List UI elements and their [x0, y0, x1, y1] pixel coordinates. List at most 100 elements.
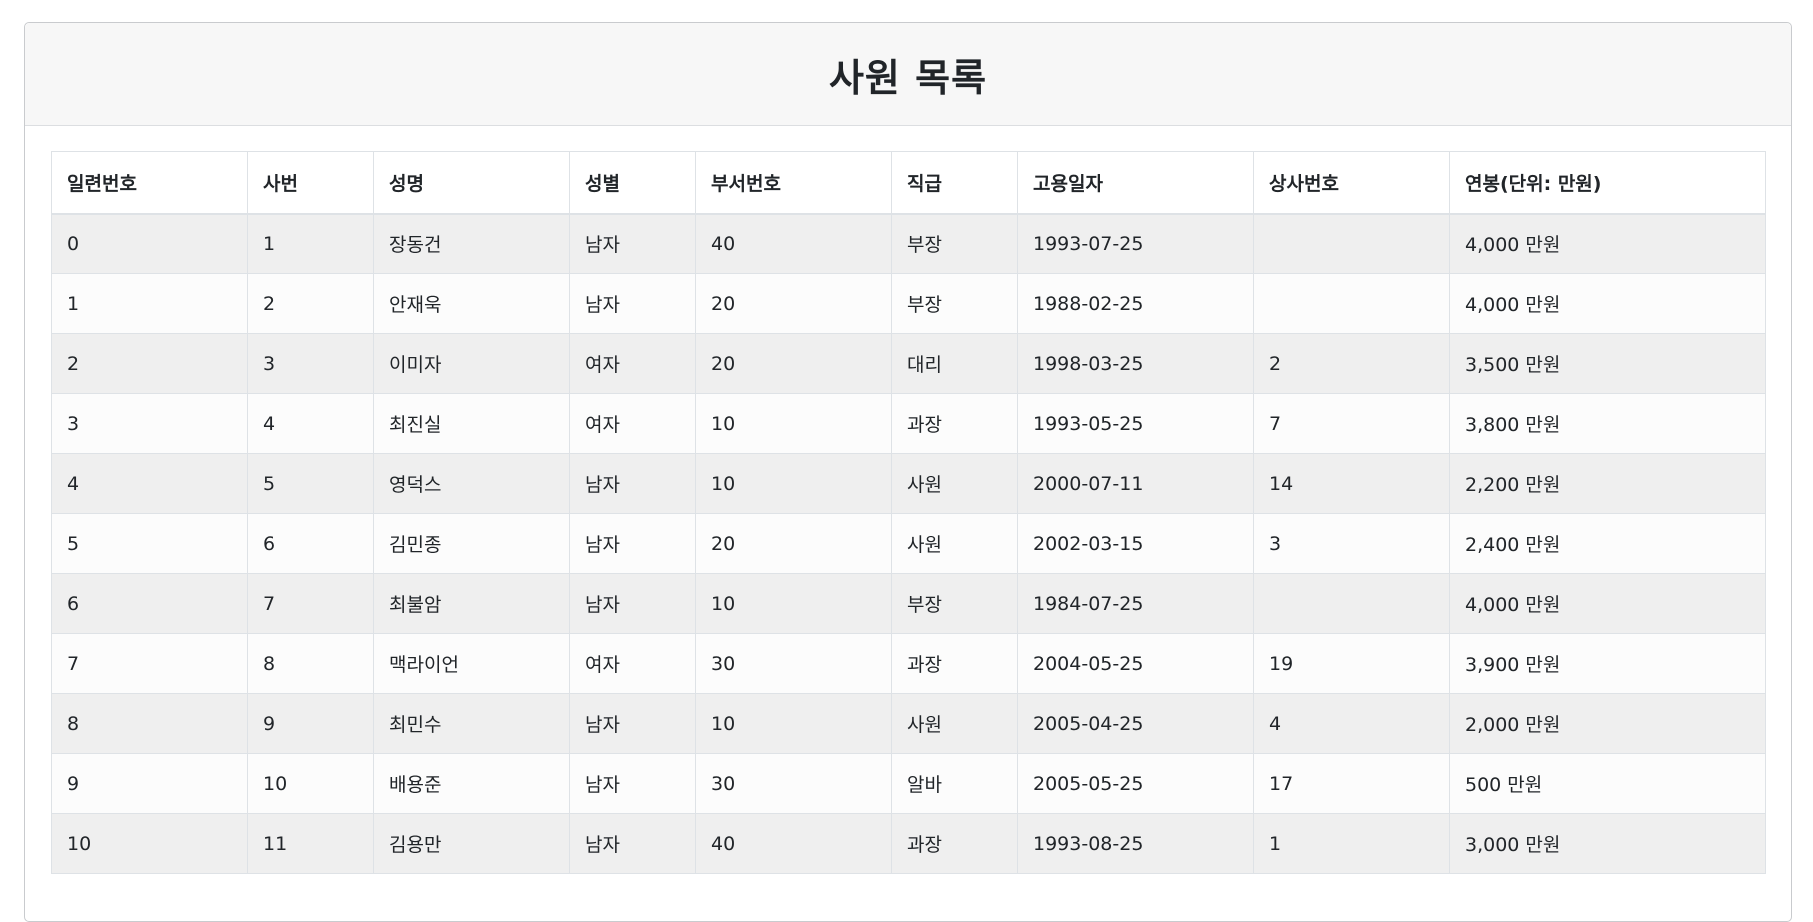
table-cell: 2005-05-25: [1017, 753, 1254, 814]
table-cell: 10: [695, 693, 892, 754]
table-cell: 20: [695, 333, 892, 394]
table-cell: 4,000 만원: [1449, 273, 1766, 334]
table-cell: 최민수: [373, 693, 570, 754]
table-row: 7 8 맥라이언 여자 30 과장 2004-05-25 19 3,900 만원: [51, 633, 1766, 694]
table-cell: 4,000 만원: [1449, 213, 1766, 274]
table-cell: 안재욱: [373, 273, 570, 334]
table-row: 6 7 최불암 남자 10 부장 1984-07-25 4,000 만원: [51, 573, 1766, 634]
table-cell: 5: [51, 513, 248, 574]
table-cell: 10: [695, 393, 892, 454]
table-cell: 3: [51, 393, 248, 454]
table-cell: 맥라이언: [373, 633, 570, 694]
table-row: 10 11 김용만 남자 40 과장 1993-08-25 1 3,000 만원: [51, 813, 1766, 874]
table-cell: 알바: [891, 753, 1018, 814]
table-cell: 2: [247, 273, 374, 334]
column-header: 부서번호: [695, 151, 892, 215]
table-cell: 1988-02-25: [1017, 273, 1254, 334]
table-cell: 7: [247, 573, 374, 634]
table-cell: 500 만원: [1449, 753, 1766, 814]
table-cell: 9: [247, 693, 374, 754]
table-body: 0 1 장동건 남자 40 부장 1993-07-25 4,000 만원 1 2 안재욱 남자 20 부장…: [51, 213, 1766, 874]
table-cell: 1993-08-25: [1017, 813, 1254, 874]
table-cell: 19: [1253, 633, 1450, 694]
table-cell: 2000-07-11: [1017, 453, 1254, 514]
table-cell: 부장: [891, 273, 1018, 334]
table-row: 5 6 김민종 남자 20 사원 2002-03-15 3 2,400 만원: [51, 513, 1766, 574]
column-header: 고용일자: [1017, 151, 1254, 215]
table-cell: [1253, 273, 1450, 334]
table-row: 3 4 최진실 여자 10 과장 1993-05-25 7 3,800 만원: [51, 393, 1766, 454]
table-cell: 2,400 만원: [1449, 513, 1766, 574]
table-cell: 3,900 만원: [1449, 633, 1766, 694]
table-cell: 10: [247, 753, 374, 814]
table-cell: 40: [695, 813, 892, 874]
table-cell: 부장: [891, 573, 1018, 634]
table-cell: 4,000 만원: [1449, 573, 1766, 634]
table-cell: 10: [51, 813, 248, 874]
column-header: 성별: [569, 151, 696, 215]
table-cell: 과장: [891, 633, 1018, 694]
table-cell: 여자: [569, 393, 696, 454]
table-cell: 5: [247, 453, 374, 514]
table-cell: 여자: [569, 633, 696, 694]
table-cell: 과장: [891, 813, 1018, 874]
table-cell: 17: [1253, 753, 1450, 814]
table-cell: 3: [247, 333, 374, 394]
table-cell: 남자: [569, 213, 696, 274]
table-cell: 남자: [569, 273, 696, 334]
table-cell: [1253, 213, 1450, 274]
table-cell: 사원: [891, 513, 1018, 574]
table-cell: 8: [247, 633, 374, 694]
table-cell: 대리: [891, 333, 1018, 394]
table-cell: 1: [1253, 813, 1450, 874]
table-cell: 10: [695, 453, 892, 514]
table-cell: 과장: [891, 393, 1018, 454]
table-cell: 부장: [891, 213, 1018, 274]
table-cell: 2: [1253, 333, 1450, 394]
table-cell: 4: [247, 393, 374, 454]
table-cell: 이미자: [373, 333, 570, 394]
table-row: 8 9 최민수 남자 10 사원 2005-04-25 4 2,000 만원: [51, 693, 1766, 754]
column-header: 직급: [891, 151, 1018, 215]
column-header: 상사번호: [1253, 151, 1450, 215]
column-header: 일련번호: [51, 151, 248, 215]
table-cell: 6: [51, 573, 248, 634]
table-cell: 3,800 만원: [1449, 393, 1766, 454]
table-row: 1 2 안재욱 남자 20 부장 1988-02-25 4,000 만원: [51, 273, 1766, 334]
table-cell: 1993-05-25: [1017, 393, 1254, 454]
table-row: 2 3 이미자 여자 20 대리 1998-03-25 2 3,500 만원: [51, 333, 1766, 394]
table-cell: 1: [247, 213, 374, 274]
table-cell: 3,000 만원: [1449, 813, 1766, 874]
table-cell: 14: [1253, 453, 1450, 514]
table-cell: 남자: [569, 513, 696, 574]
table-row: 9 10 배용준 남자 30 알바 2005-05-25 17 500 만원: [51, 753, 1766, 814]
table-cell: 2004-05-25: [1017, 633, 1254, 694]
table-cell: 영덕스: [373, 453, 570, 514]
table-cell: 9: [51, 753, 248, 814]
table-cell: 김용만: [373, 813, 570, 874]
table-cell: 사원: [891, 453, 1018, 514]
column-header: 사번: [247, 151, 374, 215]
table-cell: 배용준: [373, 753, 570, 814]
table-cell: 40: [695, 213, 892, 274]
table-cell: 8: [51, 693, 248, 754]
table-cell: 최불암: [373, 573, 570, 634]
table-cell: 1: [51, 273, 248, 334]
table-cell: 30: [695, 633, 892, 694]
table-cell: 남자: [569, 693, 696, 754]
card-header: 사원 목록: [25, 23, 1791, 126]
table-cell: 2,200 만원: [1449, 453, 1766, 514]
table-cell: 장동건: [373, 213, 570, 274]
table-cell: [1253, 573, 1450, 634]
table-cell: 11: [247, 813, 374, 874]
column-header: 연봉(단위: 만원): [1449, 151, 1766, 215]
table-cell: 7: [51, 633, 248, 694]
table-row: 4 5 영덕스 남자 10 사원 2000-07-11 14 2,200 만원: [51, 453, 1766, 514]
table-cell: 남자: [569, 753, 696, 814]
page-title: 사원 목록: [828, 55, 988, 100]
table-cell: 여자: [569, 333, 696, 394]
table-cell: 3,500 만원: [1449, 333, 1766, 394]
table-cell: 30: [695, 753, 892, 814]
table-cell: 남자: [569, 453, 696, 514]
employee-table: 일련번호 사번 성명 성별 부서번호 직급 고용일자 상사번호 연봉(단위: 만원) 0 1 장동건…: [51, 151, 1766, 874]
